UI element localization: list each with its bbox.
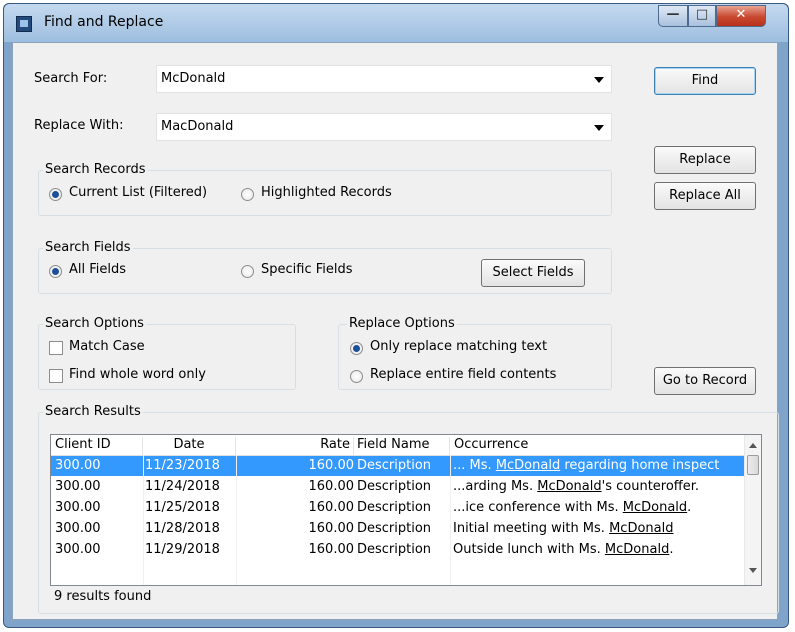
cell-field-name: Description	[357, 479, 432, 494]
replace-with-combo[interactable]: MacDonald	[156, 113, 612, 141]
match-case-label[interactable]: Match Case	[69, 339, 145, 354]
scroll-up-icon[interactable]	[749, 443, 757, 448]
current-list-label[interactable]: Current List (Filtered)	[69, 185, 207, 200]
results-count: 9 results found	[54, 589, 152, 604]
whole-word-label[interactable]: Find whole word only	[69, 367, 206, 382]
scroll-down-icon[interactable]	[749, 568, 757, 573]
cell-date: 11/24/2018	[145, 479, 220, 494]
chevron-down-icon[interactable]	[594, 77, 604, 83]
search-results-title: Search Results	[43, 404, 143, 419]
replace-options-title: Replace Options	[347, 316, 457, 331]
cell-field-name: Description	[357, 521, 432, 536]
highlighted-records-radio[interactable]	[241, 188, 254, 201]
search-for-combo[interactable]: McDonald	[156, 65, 612, 93]
cell-occurrence: ... Ms. McDonald regarding home inspect	[453, 458, 720, 473]
cell-client-id: 300.00	[55, 458, 101, 473]
replace-all-button[interactable]: Replace All	[654, 182, 756, 210]
specific-fields-label[interactable]: Specific Fields	[261, 262, 353, 277]
find-button[interactable]: Find	[654, 67, 756, 95]
current-list-radio[interactable]	[49, 188, 62, 201]
only-matching-radio[interactable]	[350, 342, 363, 355]
cell-client-id: 300.00	[55, 521, 101, 536]
replace-button[interactable]: Replace	[654, 146, 756, 174]
whole-word-checkbox[interactable]	[49, 369, 63, 383]
column-header-rate[interactable]: Rate	[236, 437, 354, 455]
title-bar[interactable]: Find and Replace — □ ✕	[4, 4, 788, 42]
app-icon	[16, 16, 32, 32]
cell-rate: 160.00	[308, 542, 355, 557]
column-header-field-name[interactable]: Field Name	[354, 437, 450, 455]
search-records-title: Search Records	[43, 162, 148, 177]
cell-occurrence: Initial meeting with Ms. McDonald	[453, 521, 674, 536]
replace-with-label: Replace With:	[34, 118, 124, 133]
column-separator	[236, 455, 237, 585]
match-highlight: McDonald	[609, 521, 674, 536]
table-row[interactable]: 300.00 11/25/2018 160.00 Description ...ice …	[51, 498, 749, 518]
column-header-client-id[interactable]: Client ID	[51, 437, 143, 455]
match-highlight: McDonald	[604, 542, 670, 557]
select-fields-button[interactable]: Select Fields	[481, 259, 585, 287]
scroll-thumb[interactable]	[747, 455, 759, 475]
match-highlight: McDonald	[622, 500, 688, 515]
search-for-value[interactable]: McDonald	[161, 71, 225, 86]
cell-occurrence: ...ice conference with Ms. McDonald.	[453, 500, 692, 515]
specific-fields-radio[interactable]	[241, 265, 254, 278]
highlighted-records-label[interactable]: Highlighted Records	[261, 185, 392, 200]
entire-field-radio[interactable]	[350, 370, 363, 383]
find-replace-window: Find and Replace — □ ✕ Search For: McDon…	[3, 3, 789, 628]
replace-with-value[interactable]: MacDonald	[161, 119, 233, 134]
window-title: Find and Replace	[44, 14, 164, 30]
search-fields-title: Search Fields	[43, 240, 133, 255]
entire-field-label[interactable]: Replace entire field contents	[370, 367, 556, 382]
match-highlight: McDonald	[495, 458, 561, 473]
cell-field-name: Description	[357, 458, 432, 473]
cell-client-id: 300.00	[55, 542, 101, 557]
all-fields-label[interactable]: All Fields	[69, 262, 126, 277]
only-matching-label[interactable]: Only replace matching text	[370, 339, 547, 354]
column-header-date[interactable]: Date	[143, 437, 236, 455]
cell-client-id: 300.00	[55, 479, 101, 494]
table-row[interactable]: 300.00 11/23/2018 160.00 Description ... Ms.…	[51, 456, 749, 476]
table-row[interactable]: 300.00 11/29/2018 160.00 Description Outside…	[51, 540, 749, 560]
minimize-button[interactable]: —	[658, 5, 688, 27]
match-case-checkbox[interactable]	[49, 341, 63, 355]
search-for-label: Search For:	[34, 71, 108, 86]
results-header: Client ID Date Rate Field Name Occurrenc…	[51, 435, 749, 456]
search-options-title: Search Options	[43, 316, 146, 331]
column-header-occurrence[interactable]: Occurrence	[450, 437, 749, 455]
column-separator	[143, 455, 144, 585]
results-list[interactable]: Client ID Date Rate Field Name Occurrenc…	[50, 434, 762, 586]
cell-date: 11/28/2018	[145, 521, 220, 536]
cell-rate: 160.00	[308, 458, 355, 473]
go-to-record-button[interactable]: Go to Record	[654, 367, 756, 395]
cell-rate: 160.00	[308, 500, 355, 515]
cell-rate: 160.00	[308, 479, 355, 494]
cell-field-name: Description	[357, 500, 432, 515]
cell-client-id: 300.00	[55, 500, 101, 515]
cell-occurrence: ...arding Ms. McDonald's counteroffer.	[453, 479, 700, 494]
column-separator	[450, 455, 451, 585]
results-scrollbar[interactable]	[744, 435, 761, 585]
cell-date: 11/25/2018	[145, 500, 220, 515]
all-fields-radio[interactable]	[49, 265, 62, 278]
table-row[interactable]: 300.00 11/28/2018 160.00 Description Initial…	[51, 519, 749, 539]
cell-rate: 160.00	[308, 521, 355, 536]
close-button[interactable]: ✕	[716, 5, 766, 27]
table-row[interactable]: 300.00 11/24/2018 160.00 Description ...ardi…	[51, 477, 749, 497]
cell-date: 11/29/2018	[145, 542, 220, 557]
match-highlight: McDonald	[537, 479, 602, 494]
maximize-button[interactable]: □	[688, 5, 716, 27]
chevron-down-icon[interactable]	[594, 125, 604, 131]
cell-date: 11/23/2018	[145, 458, 220, 473]
cell-occurrence: Outside lunch with Ms. McDonald.	[453, 542, 674, 557]
cell-field-name: Description	[357, 542, 432, 557]
